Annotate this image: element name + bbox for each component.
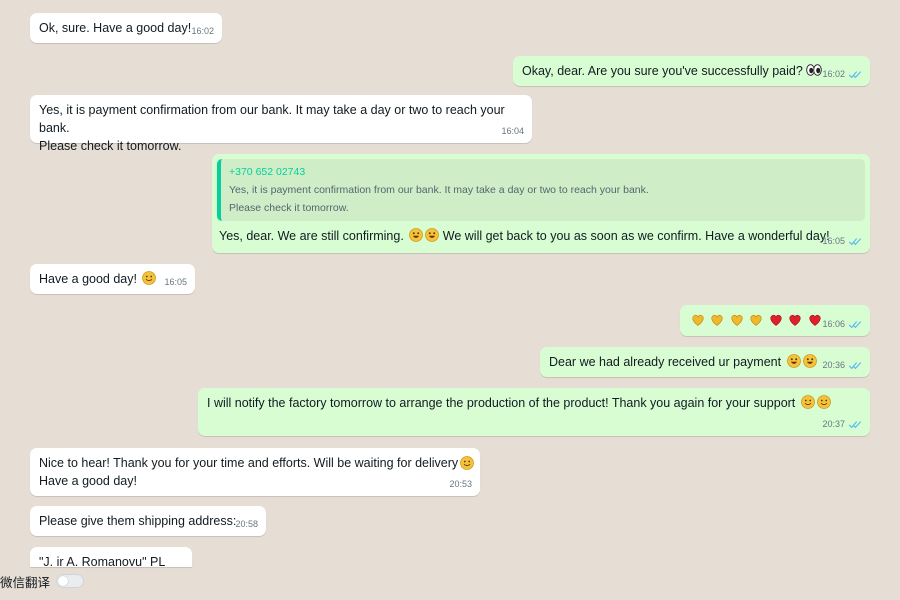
message-outgoing[interactable]: Dear we had already received ur payment …: [540, 347, 870, 377]
message-time: 20:58: [235, 519, 258, 529]
red-heart-icon: [788, 313, 802, 327]
message-time: 16:05: [822, 232, 862, 250]
read-ticks-icon: [848, 70, 862, 79]
reply-body: Yes, dear. We are still confirming. We w…: [217, 227, 865, 245]
yellow-heart-icon: [730, 313, 744, 327]
grinning-face-icon: [425, 228, 439, 242]
translate-toggle[interactable]: [56, 574, 85, 588]
message-time: 20:53: [449, 479, 472, 489]
read-ticks-icon: [848, 237, 862, 246]
message-time: 16:02: [822, 65, 862, 83]
quoted-message[interactable]: +370 652 02743 Yes, it is payment confir…: [217, 159, 865, 221]
grinning-face-icon: [787, 354, 801, 368]
grinning-face-icon: [803, 354, 817, 368]
message-text: Yes, dear. We are still confirming.: [219, 229, 404, 243]
red-heart-icon: [808, 313, 822, 327]
message-text: I will notify the factory tomorrow to ar…: [207, 396, 796, 410]
translate-label: 微信翻译: [0, 575, 51, 590]
message-text-continued: We will get back to you as soon as we co…: [442, 229, 830, 243]
message-outgoing[interactable]: Okay, dear. Are you sure you've successf…: [513, 56, 870, 86]
smiling-face-icon: [801, 395, 815, 409]
message-outgoing[interactable]: I will notify the factory tomorrow to ar…: [198, 388, 870, 436]
message-outgoing[interactable]: 16:06: [680, 305, 870, 336]
read-ticks-icon: [848, 420, 862, 429]
message-text: Have a good day!: [39, 272, 137, 286]
quoted-sender: +370 652 02743: [229, 166, 306, 178]
message-text: Please give them shipping address:: [39, 514, 237, 528]
message-incoming[interactable]: Nice to hear! Thank you for your time an…: [30, 448, 480, 496]
yellow-heart-icon: [710, 313, 724, 327]
red-heart-icon: [769, 313, 783, 327]
read-ticks-icon: [848, 361, 862, 370]
message-text: Ok, sure. Have a good day!: [39, 21, 192, 35]
read-ticks-icon: [848, 320, 862, 329]
chat-area[interactable]: Ok, sure. Have a good day! 16:02 Okay, d…: [0, 0, 900, 600]
message-incoming[interactable]: Yes, it is payment confirmation from our…: [30, 95, 532, 153]
message-incoming[interactable]: Ok, sure. Have a good day! 16:02: [30, 13, 222, 43]
translate-toggle-bar: 微信翻译: [0, 567, 85, 595]
message-text: "J. ir A. Romanovu" PL: [39, 555, 166, 567]
yellow-heart-icon: [749, 313, 763, 327]
quoted-text: Yes, it is payment confirmation from our…: [229, 184, 649, 214]
grinning-face-icon: [409, 228, 423, 242]
smiling-face-icon: [817, 395, 831, 409]
message-time: 20:36: [822, 356, 862, 374]
toggle-knob: [58, 576, 69, 586]
smiling-face-icon: [460, 456, 474, 470]
message-incoming[interactable]: "J. ir A. Romanovu" PL: [30, 547, 192, 567]
message-incoming[interactable]: Have a good day! 16:05: [30, 264, 195, 294]
message-text: Yes, it is payment confirmation from our…: [39, 103, 505, 153]
message-time: 16:06: [822, 315, 862, 333]
message-incoming[interactable]: Please give them shipping address: 20:58: [30, 506, 266, 536]
smiling-face-icon: [142, 271, 156, 285]
yellow-heart-icon: [691, 313, 705, 327]
message-outgoing-reply[interactable]: +370 652 02743 Yes, it is payment confir…: [212, 154, 870, 253]
message-text: Nice to hear! Thank you for your time an…: [39, 456, 459, 488]
message-time: 20:37: [822, 415, 862, 433]
message-text: Dear we had already received ur payment: [549, 355, 782, 369]
message-time: 16:02: [191, 26, 214, 36]
message-time: 16:05: [164, 277, 187, 287]
message-text: Okay, dear. Are you sure you've successf…: [522, 64, 803, 78]
message-time: 16:04: [501, 126, 524, 136]
eyes-emoji-icon: [806, 64, 822, 76]
